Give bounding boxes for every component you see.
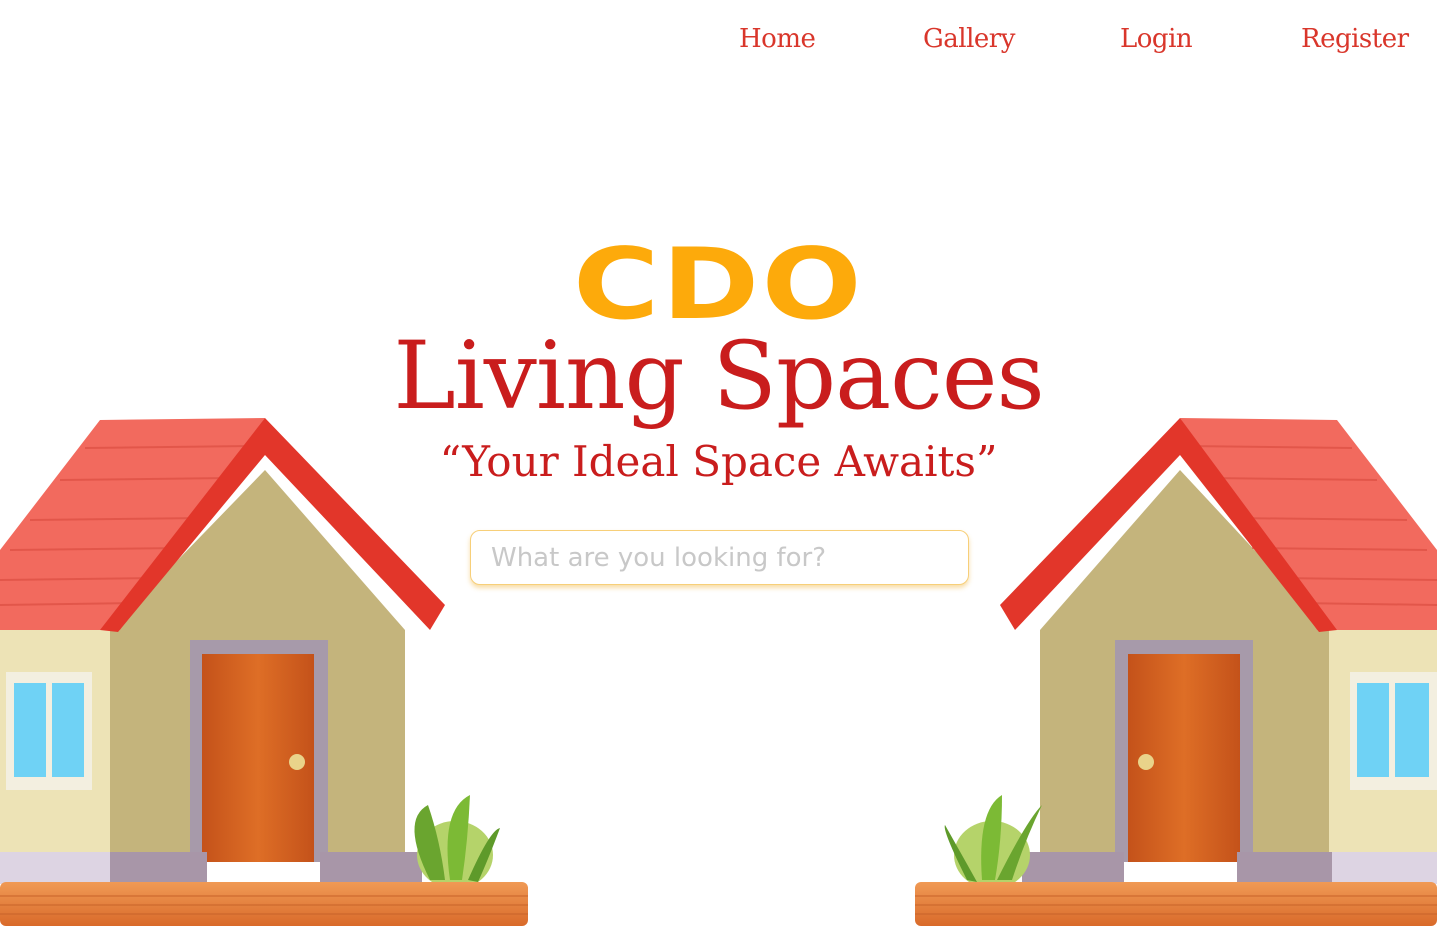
- nav-register-link[interactable]: Register: [1301, 24, 1409, 54]
- search-input[interactable]: [471, 531, 968, 584]
- plant-icon: [414, 795, 500, 889]
- house-illustration-right: [915, 418, 1437, 926]
- nav-gallery-link[interactable]: Gallery: [923, 24, 1015, 54]
- nav-home-link[interactable]: Home: [739, 24, 816, 54]
- top-nav: Home Gallery Login Register: [0, 24, 1437, 68]
- house-illustration-left: [0, 418, 528, 926]
- nav-login-link[interactable]: Login: [1120, 24, 1193, 54]
- search-box: [470, 530, 969, 585]
